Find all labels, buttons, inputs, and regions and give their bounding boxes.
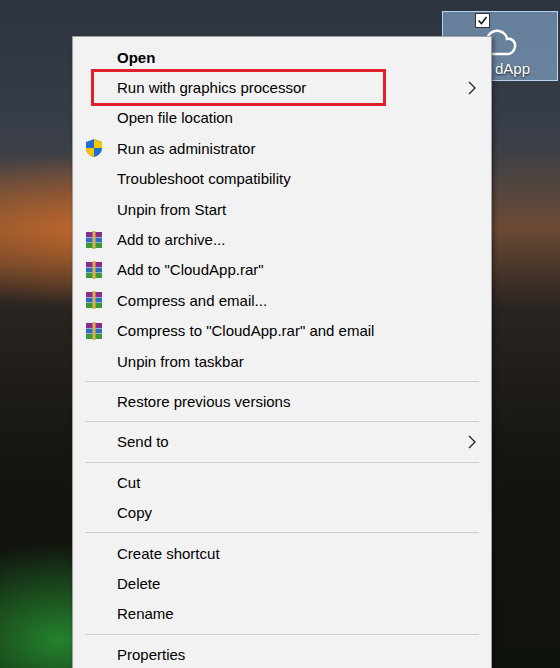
desktop-icon-label: dApp: [495, 60, 530, 77]
chevron-right-icon: [467, 81, 477, 95]
menu-separator: [85, 634, 479, 635]
select-checkbox[interactable]: [475, 13, 490, 28]
menu-separator: [85, 421, 479, 422]
menu-item[interactable]: Open file location: [73, 103, 491, 133]
highlight-annotation: [91, 69, 386, 105]
menu-item[interactable]: Add to "CloudApp.rar": [73, 255, 491, 285]
winrar-icon: [85, 231, 103, 249]
menu-separator: [85, 532, 479, 533]
context-menu: OpenRun with graphics processorOpen file…: [72, 36, 492, 668]
menu-item[interactable]: Compress and email...: [73, 285, 491, 315]
shield-icon: [85, 138, 103, 158]
menu-item[interactable]: Open: [73, 42, 491, 72]
menu-separator: [85, 462, 479, 463]
menu-item[interactable]: Unpin from taskbar: [73, 346, 491, 376]
menu-separator: [85, 381, 479, 382]
winrar-icon: [85, 291, 103, 309]
menu-item[interactable]: Run with graphics processor: [73, 72, 491, 102]
menu-item[interactable]: Rename: [73, 599, 491, 629]
menu-item[interactable]: Troubleshoot compatibility: [73, 164, 491, 194]
winrar-icon: [85, 261, 103, 279]
desktop: dAppOpenRun with graphics processorOpen …: [0, 0, 560, 668]
menu-item[interactable]: Create shortcut: [73, 538, 491, 568]
menu-item[interactable]: Properties: [73, 639, 491, 668]
menu-item[interactable]: Send to: [73, 427, 491, 457]
menu-item[interactable]: Unpin from Start: [73, 194, 491, 224]
menu-item[interactable]: Restore previous versions: [73, 386, 491, 416]
winrar-icon: [85, 322, 103, 340]
menu-item[interactable]: Delete: [73, 568, 491, 598]
menu-item[interactable]: Copy: [73, 497, 491, 527]
menu-item[interactable]: Cut: [73, 467, 491, 497]
check-icon: [477, 15, 488, 26]
menu-item[interactable]: Add to archive...: [73, 224, 491, 254]
chevron-right-icon: [467, 435, 477, 449]
menu-item[interactable]: Run as administrator: [73, 133, 491, 163]
menu-item[interactable]: Compress to "CloudApp.rar" and email: [73, 316, 491, 346]
